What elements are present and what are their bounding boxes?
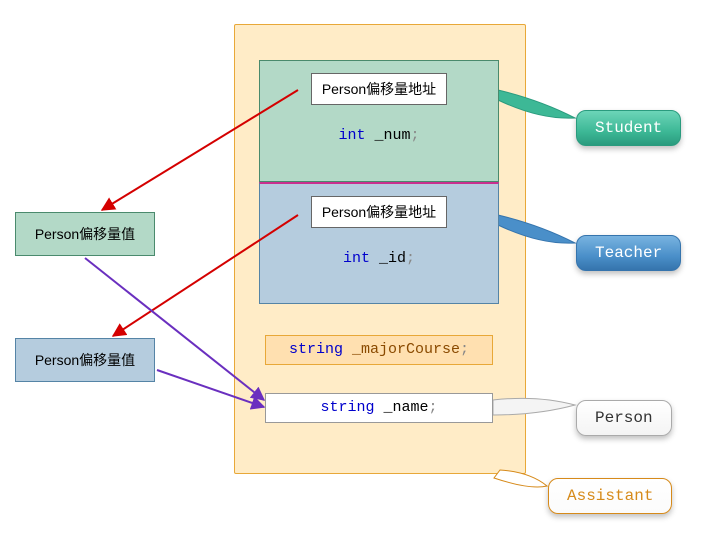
member-name: _num	[375, 127, 411, 144]
student-offset-addr-box: Person偏移量地址	[311, 73, 447, 105]
teacher-member: int _id;	[260, 250, 498, 267]
student-block: Person偏移量地址 int _num;	[259, 60, 499, 182]
teacher-block: Person偏移量地址 int _id;	[259, 182, 499, 304]
teacher-offset-addr-box: Person偏移量地址	[311, 196, 447, 228]
type-keyword: string	[320, 399, 374, 416]
type-keyword: int	[343, 250, 370, 267]
callout-assistant: Assistant	[548, 478, 672, 514]
type-keyword: int	[338, 127, 365, 144]
member-name: _id	[379, 250, 406, 267]
member-name: _majorCourse	[352, 341, 460, 358]
name-member: string _name;	[265, 393, 493, 423]
callout-student: Student	[576, 110, 681, 146]
student-member: int _num;	[260, 127, 498, 144]
callout-person: Person	[576, 400, 672, 436]
callout-teacher: Teacher	[576, 235, 681, 271]
member-name: _name	[384, 399, 429, 416]
diagram-canvas: Person偏移量地址 int _num; Person偏移量地址 int _i…	[0, 0, 705, 539]
major-course-member: string _majorCourse;	[265, 335, 493, 365]
offset-value-blue: Person偏移量值	[15, 338, 155, 382]
offset-value-green: Person偏移量值	[15, 212, 155, 256]
type-keyword: string	[289, 341, 343, 358]
